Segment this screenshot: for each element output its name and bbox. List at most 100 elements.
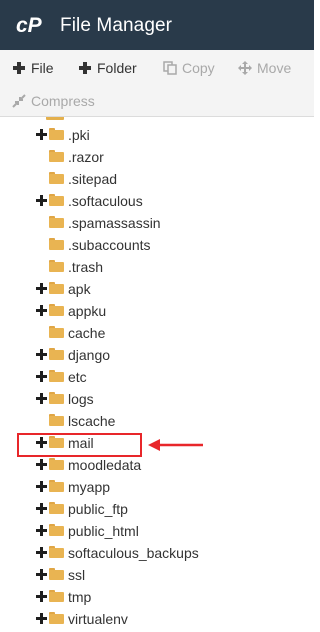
tree-item[interactable]: ssl (0, 564, 314, 586)
new-file-button[interactable]: File (12, 58, 54, 78)
tree-item[interactable]: .razor (0, 146, 314, 168)
tree-item-label: .sitepad (68, 171, 118, 187)
expand-plus-icon[interactable] (36, 547, 47, 558)
tree-item-label: public_ftp (68, 501, 128, 517)
compress-icon (12, 94, 26, 108)
folder-icon (49, 612, 64, 624)
tree-item[interactable]: moodledata (0, 454, 314, 476)
tree-item[interactable]: .subaccounts (0, 234, 314, 256)
copy-button[interactable]: Copy (163, 58, 215, 78)
tree-item[interactable]: .trash (0, 256, 314, 278)
folder-icon (46, 117, 64, 120)
tree-item[interactable]: .spamassassin (0, 212, 314, 234)
expand-plus-icon[interactable] (36, 437, 47, 448)
app-title: File Manager (60, 15, 173, 36)
compress-label: Compress (31, 93, 95, 109)
tree-item[interactable]: public_html (0, 520, 314, 542)
tree-item-label: .pki (68, 127, 90, 143)
expand-plus-icon[interactable] (36, 305, 47, 316)
folder-icon (49, 238, 64, 250)
expand-plus-icon[interactable] (36, 481, 47, 492)
tree-item[interactable]: .sitepad (0, 168, 314, 190)
folder-icon (49, 128, 64, 140)
tree-item[interactable]: tmp (0, 586, 314, 608)
folder-icon (49, 502, 64, 514)
tree-item[interactable]: logs (0, 388, 314, 410)
expand-plus-icon[interactable] (36, 613, 47, 624)
folder-icon (49, 326, 64, 338)
tree-item-label: myapp (68, 479, 111, 495)
move-button[interactable]: Move (238, 58, 291, 78)
copy-icon (163, 61, 177, 75)
folder-icon (49, 414, 64, 426)
tree-item-label: moodledata (68, 457, 142, 473)
folder-icon (49, 172, 64, 184)
tree-item-label: public_html (68, 523, 139, 539)
folder-icon (49, 370, 64, 382)
expand-plus-icon[interactable] (36, 371, 47, 382)
tree-item[interactable]: appku (0, 300, 314, 322)
tree-item-label: django (68, 347, 111, 363)
tree-item-label: virtualenv (68, 611, 128, 627)
expand-plus-icon[interactable] (36, 195, 47, 206)
tree-item[interactable]: myapp (0, 476, 314, 498)
tree-item-label: .razor (68, 149, 104, 165)
folder-tree: .pki .razor .sitepad .softaculous .spamassas… (0, 117, 314, 632)
tree-item-label: .spamassassin (68, 215, 161, 231)
expand-plus-icon[interactable] (36, 525, 47, 536)
tree-item[interactable]: lscache (0, 410, 314, 432)
cpanel-logo-icon[interactable]: cP (16, 13, 50, 37)
svg-text:cP: cP (16, 14, 43, 37)
tree-item-label: .trash (68, 259, 104, 275)
expand-plus-icon[interactable] (36, 283, 47, 294)
tree-item-label: etc (68, 369, 87, 385)
folder-icon (49, 524, 64, 536)
expand-plus-icon[interactable] (36, 349, 47, 360)
tree-item-label: softaculous_backups (68, 545, 199, 561)
plus-icon (78, 61, 92, 75)
tree-item[interactable]: softaculous_backups (0, 542, 314, 564)
tree-item[interactable]: apk (0, 278, 314, 300)
folder-icon (49, 458, 64, 470)
tree-item-label: apk (68, 281, 91, 297)
folder-icon (49, 194, 64, 206)
compress-button[interactable]: Compress (12, 91, 95, 111)
tree-item-label: .softaculous (68, 193, 143, 209)
tree-item[interactable]: django (0, 344, 314, 366)
tree-item[interactable]: public_ftp (0, 498, 314, 520)
arrow-annotation-icon (148, 439, 203, 451)
expand-plus-icon[interactable] (36, 393, 47, 404)
expand-plus-icon[interactable] (36, 459, 47, 470)
folder-icon (49, 546, 64, 558)
folder-icon (49, 282, 64, 294)
folder-icon (49, 260, 64, 272)
tree-item[interactable]: cache (0, 322, 314, 344)
app-header: cP File Manager (0, 0, 314, 50)
folder-icon (49, 348, 64, 360)
folder-icon (49, 392, 64, 404)
tree-item[interactable]: .pki (0, 124, 314, 146)
tree-item[interactable]: .softaculous (0, 190, 314, 212)
toolbar: File Folder Copy Move Compress (0, 50, 314, 117)
move-label: Move (257, 60, 292, 76)
folder-icon (49, 480, 64, 492)
new-folder-label: Folder (97, 60, 137, 76)
folder-icon (49, 590, 64, 602)
tree-item[interactable]: etc (0, 366, 314, 388)
tree-item-label: logs (68, 391, 94, 407)
folder-icon (49, 216, 64, 228)
folder-icon (49, 150, 64, 162)
folder-icon (49, 304, 64, 316)
expand-plus-icon[interactable] (36, 591, 47, 602)
new-folder-button[interactable]: Folder (78, 58, 137, 78)
tree-item-label: cache (68, 325, 106, 341)
tree-item[interactable]: virtualenv (0, 608, 314, 630)
expand-plus-icon[interactable] (36, 503, 47, 514)
expand-plus-icon[interactable] (36, 569, 47, 580)
tree-item-label: lscache (68, 413, 116, 429)
folder-icon (49, 568, 64, 580)
new-file-label: File (31, 60, 54, 76)
plus-icon (12, 61, 26, 75)
expand-plus-icon[interactable] (36, 129, 47, 140)
tree-item-label: mail (68, 435, 94, 451)
